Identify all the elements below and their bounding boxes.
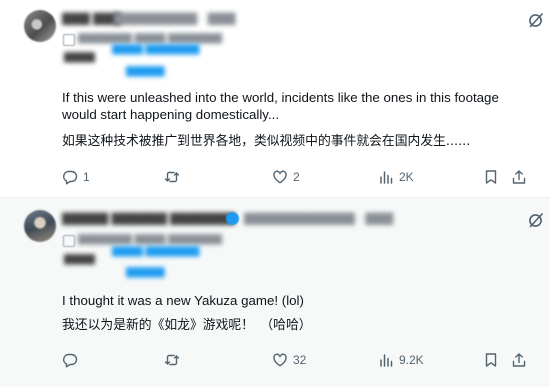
- show-original-link-redacted[interactable]: ▇▇▇▇ ▇▇▇▇▇▇▇: [112, 44, 199, 55]
- rate-translation-redacted[interactable]: ▇▇▇▇▇: [126, 66, 164, 77]
- repost-icon: [164, 171, 180, 183]
- repost-icon: [164, 354, 180, 366]
- bookmark-icon: [485, 170, 497, 184]
- grok-icon[interactable]: [526, 210, 546, 230]
- post-text-english: I thought it was a new Yakuza game! (lol…: [62, 293, 304, 308]
- share-button[interactable]: [511, 167, 527, 187]
- bookmark-icon: [485, 353, 497, 367]
- reply-icon: [63, 170, 78, 185]
- like-icon: [273, 170, 287, 184]
- action-bar: 1 2 2K: [62, 167, 530, 187]
- post-text-chinese: 我还以为是新的《如龙》游戏呢！ （哈哈）: [62, 318, 312, 333]
- like-button[interactable]: 32: [272, 350, 306, 370]
- translate-icon: [63, 235, 75, 247]
- original-text-redacted: ▇▇▇▇: [64, 254, 95, 265]
- avatar[interactable]: [24, 10, 56, 42]
- original-text-redacted: ▇▇▇▇: [64, 52, 95, 63]
- rate-translation-redacted[interactable]: ▇▇▇▇▇: [126, 267, 164, 278]
- translate-icon: [63, 34, 75, 46]
- views-button[interactable]: 2K: [378, 167, 414, 187]
- bookmark-button[interactable]: [483, 167, 499, 187]
- post-text-english: If this were unleashed into the world, i…: [62, 90, 499, 122]
- reply-post[interactable]: ▇▇▇▇▇ ▇▇▇▇▇▇ ▇▇▇▇▇▇▇ ▇▇▇▇▇▇▇▇▇▇▇▇ · ▇▇▇ …: [0, 197, 550, 387]
- show-original-link-redacted[interactable]: ▇▇▇▇ ▇▇▇▇▇▇▇: [112, 246, 199, 257]
- translated-from-redacted: ▇▇▇▇▇▇▇ ▇▇▇▇ ▇▇▇▇▇▇▇: [78, 33, 222, 44]
- handle-redacted: ▇▇▇▇▇▇▇▇▇ · ▇▇▇: [114, 11, 236, 25]
- share-button[interactable]: [511, 350, 527, 370]
- handle-redacted: ▇▇▇▇▇▇▇▇▇▇▇▇ · ▇▇▇: [244, 211, 394, 225]
- views-count: 9.2K: [399, 353, 424, 367]
- reply-button[interactable]: 1: [62, 167, 90, 187]
- repost-button[interactable]: [164, 167, 185, 187]
- avatar[interactable]: [24, 210, 56, 242]
- verified-badge-icon: [226, 212, 239, 225]
- views-icon: [380, 354, 393, 367]
- bookmark-button[interactable]: [483, 350, 499, 370]
- display-name-redacted: ▇▇▇ ▇▇▇: [62, 11, 121, 25]
- action-bar: 32 9.2K: [62, 350, 530, 370]
- views-icon: [380, 171, 393, 184]
- share-icon: [512, 170, 526, 184]
- share-icon: [512, 353, 526, 367]
- reply-post[interactable]: ▇▇▇ ▇▇▇ ▇▇▇▇▇▇▇▇▇ · ▇▇▇ ▇▇▇▇▇▇▇ ▇▇▇▇ ▇▇▇…: [0, 0, 550, 197]
- post-text-chinese: 如果这种技术被推广到世界各地，类似视频中的事件就会在国内发生......: [62, 134, 471, 149]
- like-count: 32: [293, 353, 307, 367]
- like-count: 2: [293, 170, 300, 184]
- grok-icon[interactable]: [526, 10, 546, 30]
- display-name-redacted: ▇▇▇▇▇ ▇▇▇▇▇▇ ▇▇▇▇▇▇▇: [62, 211, 235, 225]
- reply-icon: [63, 353, 78, 368]
- reply-button[interactable]: [62, 350, 83, 370]
- like-button[interactable]: 2: [272, 167, 300, 187]
- translated-from-redacted: ▇▇▇▇▇▇▇ ▇▇▇▇ ▇▇▇▇▇▇▇: [78, 234, 222, 245]
- views-count: 2K: [399, 170, 414, 184]
- repost-button[interactable]: [164, 350, 185, 370]
- reply-count: 1: [83, 170, 90, 184]
- like-icon: [273, 353, 287, 367]
- views-button[interactable]: 9.2K: [378, 350, 424, 370]
